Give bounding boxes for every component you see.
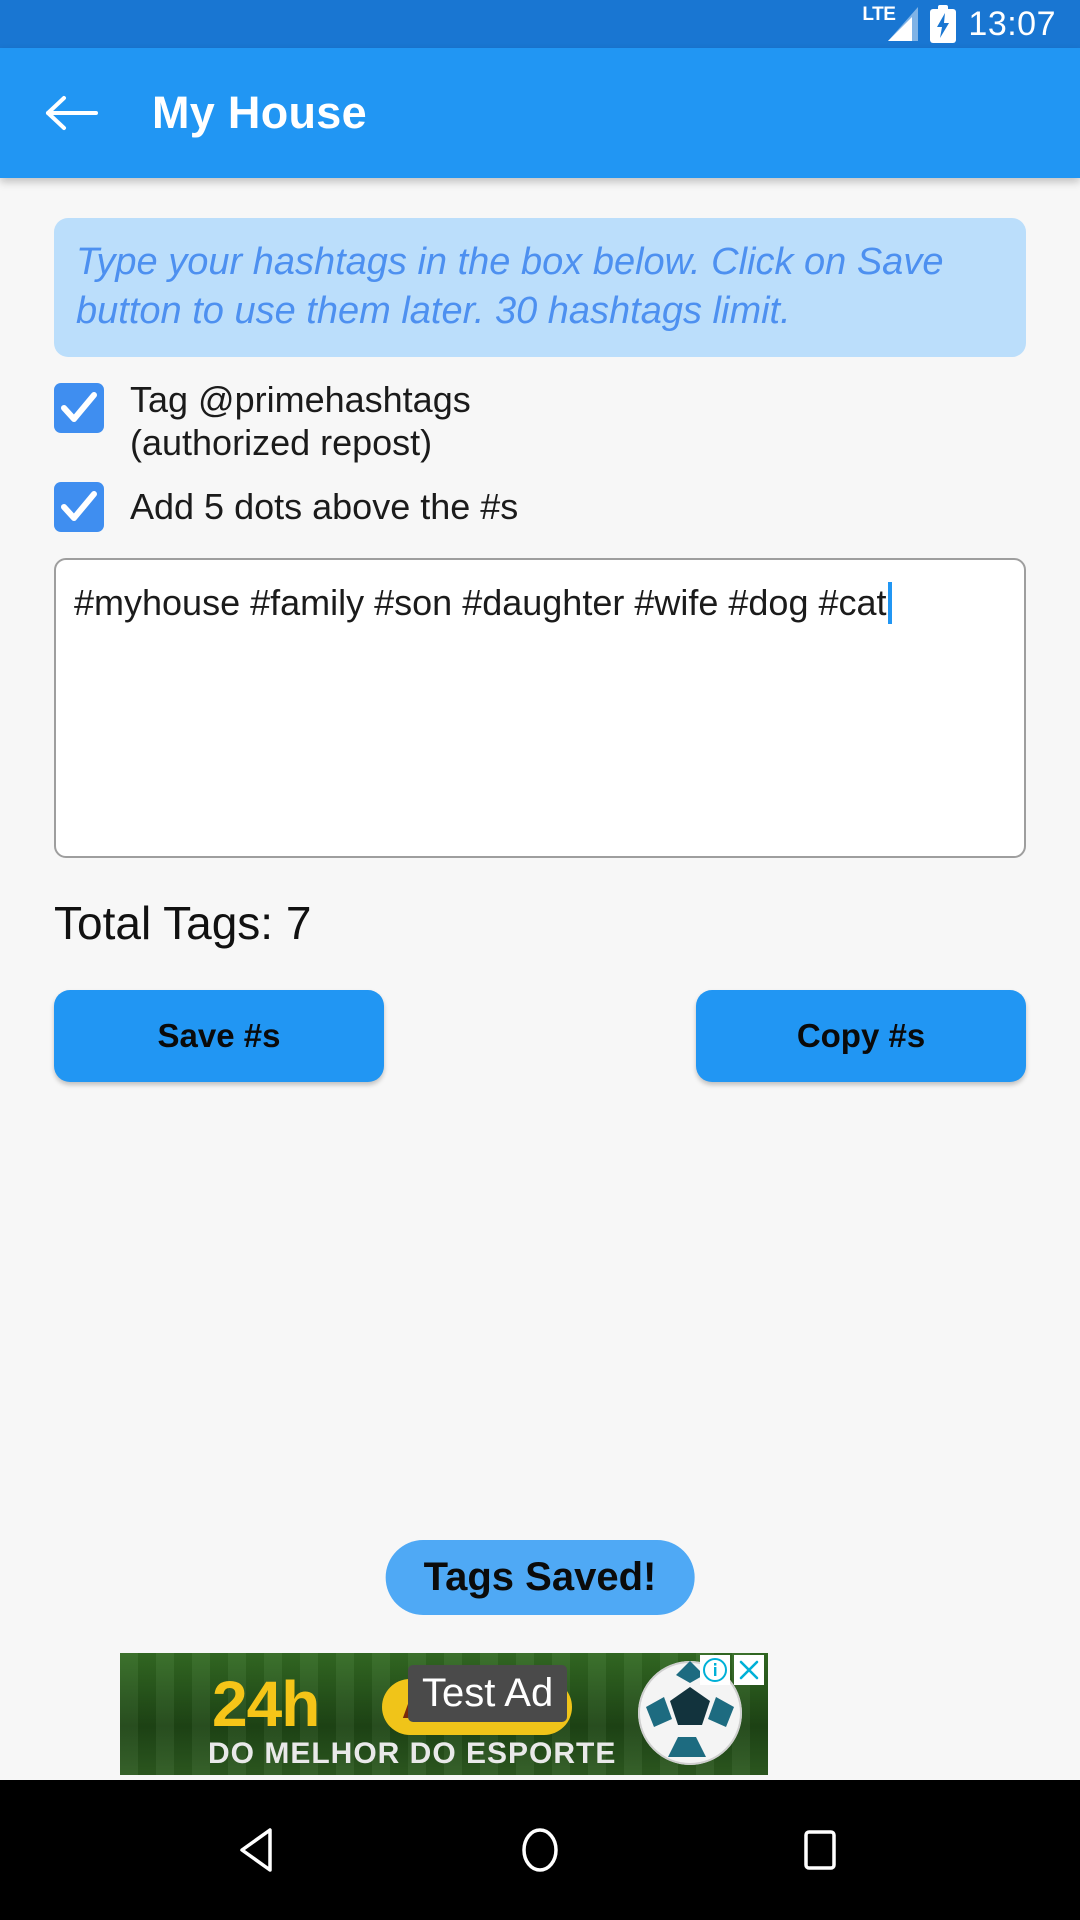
ad-subline: DO MELHOR DO ESPORTE: [208, 1737, 617, 1770]
system-nav-bar: [0, 1780, 1080, 1920]
option-row-add-dots[interactable]: Add 5 dots above the #s: [54, 482, 1026, 533]
back-arrow-icon[interactable]: [44, 92, 100, 134]
checkbox-tag-primehashtags[interactable]: [54, 383, 104, 434]
info-banner-text: Type your hashtags in the box below. Cli…: [76, 241, 944, 332]
hashtag-input[interactable]: #myhouse #family #son #daughter #wife #d…: [54, 558, 1026, 859]
option-row-tag-primehashtags[interactable]: Tag @primehashtags (authorized repost): [54, 379, 1026, 464]
ad-controls: [700, 1655, 764, 1685]
check-icon: [61, 491, 97, 522]
total-tags-label: Total Tags: 7: [54, 897, 312, 950]
check-icon: [61, 392, 97, 423]
save-button[interactable]: Save #s: [54, 990, 384, 1083]
ad-close-icon[interactable]: [734, 1655, 764, 1685]
copy-button[interactable]: Copy #s: [696, 990, 1026, 1083]
network-status: LTE: [862, 5, 919, 43]
ad-headline: 24h: [212, 1668, 320, 1740]
battery-charging-icon: [930, 5, 957, 43]
ad-test-label: Test Ad: [408, 1665, 568, 1722]
toast-message: Tags Saved!: [385, 1540, 695, 1615]
phone-screen: LTE 13:07 My House Type your hashtags in…: [0, 0, 1080, 1920]
app-bar: My House: [0, 48, 1080, 178]
hashtag-input-text-row: #myhouse #family #son #daughter #wife #d…: [74, 582, 1006, 625]
main-content: Type your hashtags in the box below. Cli…: [0, 218, 1080, 1083]
page-title: My House: [152, 87, 367, 138]
option-label-line1: Tag @primehashtags: [130, 379, 471, 421]
checkbox-add-dots[interactable]: [54, 482, 104, 533]
option-label-line2: (authorized repost): [130, 421, 433, 463]
nav-home-circle-icon[interactable]: [512, 1822, 568, 1878]
ad-info-icon[interactable]: [700, 1655, 730, 1685]
option-label-add-dots: Add 5 dots above the #s: [130, 485, 519, 527]
nav-back-triangle-icon[interactable]: [232, 1822, 288, 1878]
text-caret: [887, 582, 892, 625]
info-banner: Type your hashtags in the box below. Cli…: [54, 218, 1026, 358]
action-button-row: Save #s Copy #s: [54, 990, 1026, 1083]
nav-recents-square-icon[interactable]: [792, 1822, 848, 1878]
status-clock: 13:07: [968, 4, 1056, 43]
signal-triangle-icon: [888, 7, 919, 41]
hashtag-input-value: #myhouse #family #son #daughter #wife #d…: [74, 582, 887, 624]
status-bar: LTE 13:07: [0, 0, 1080, 48]
ad-banner[interactable]: 24h AO VIVO DO MELHOR DO ESPORTE Test Ad: [120, 1653, 768, 1775]
option-label-tag-primehashtags: Tag @primehashtags (authorized repost): [130, 379, 471, 464]
